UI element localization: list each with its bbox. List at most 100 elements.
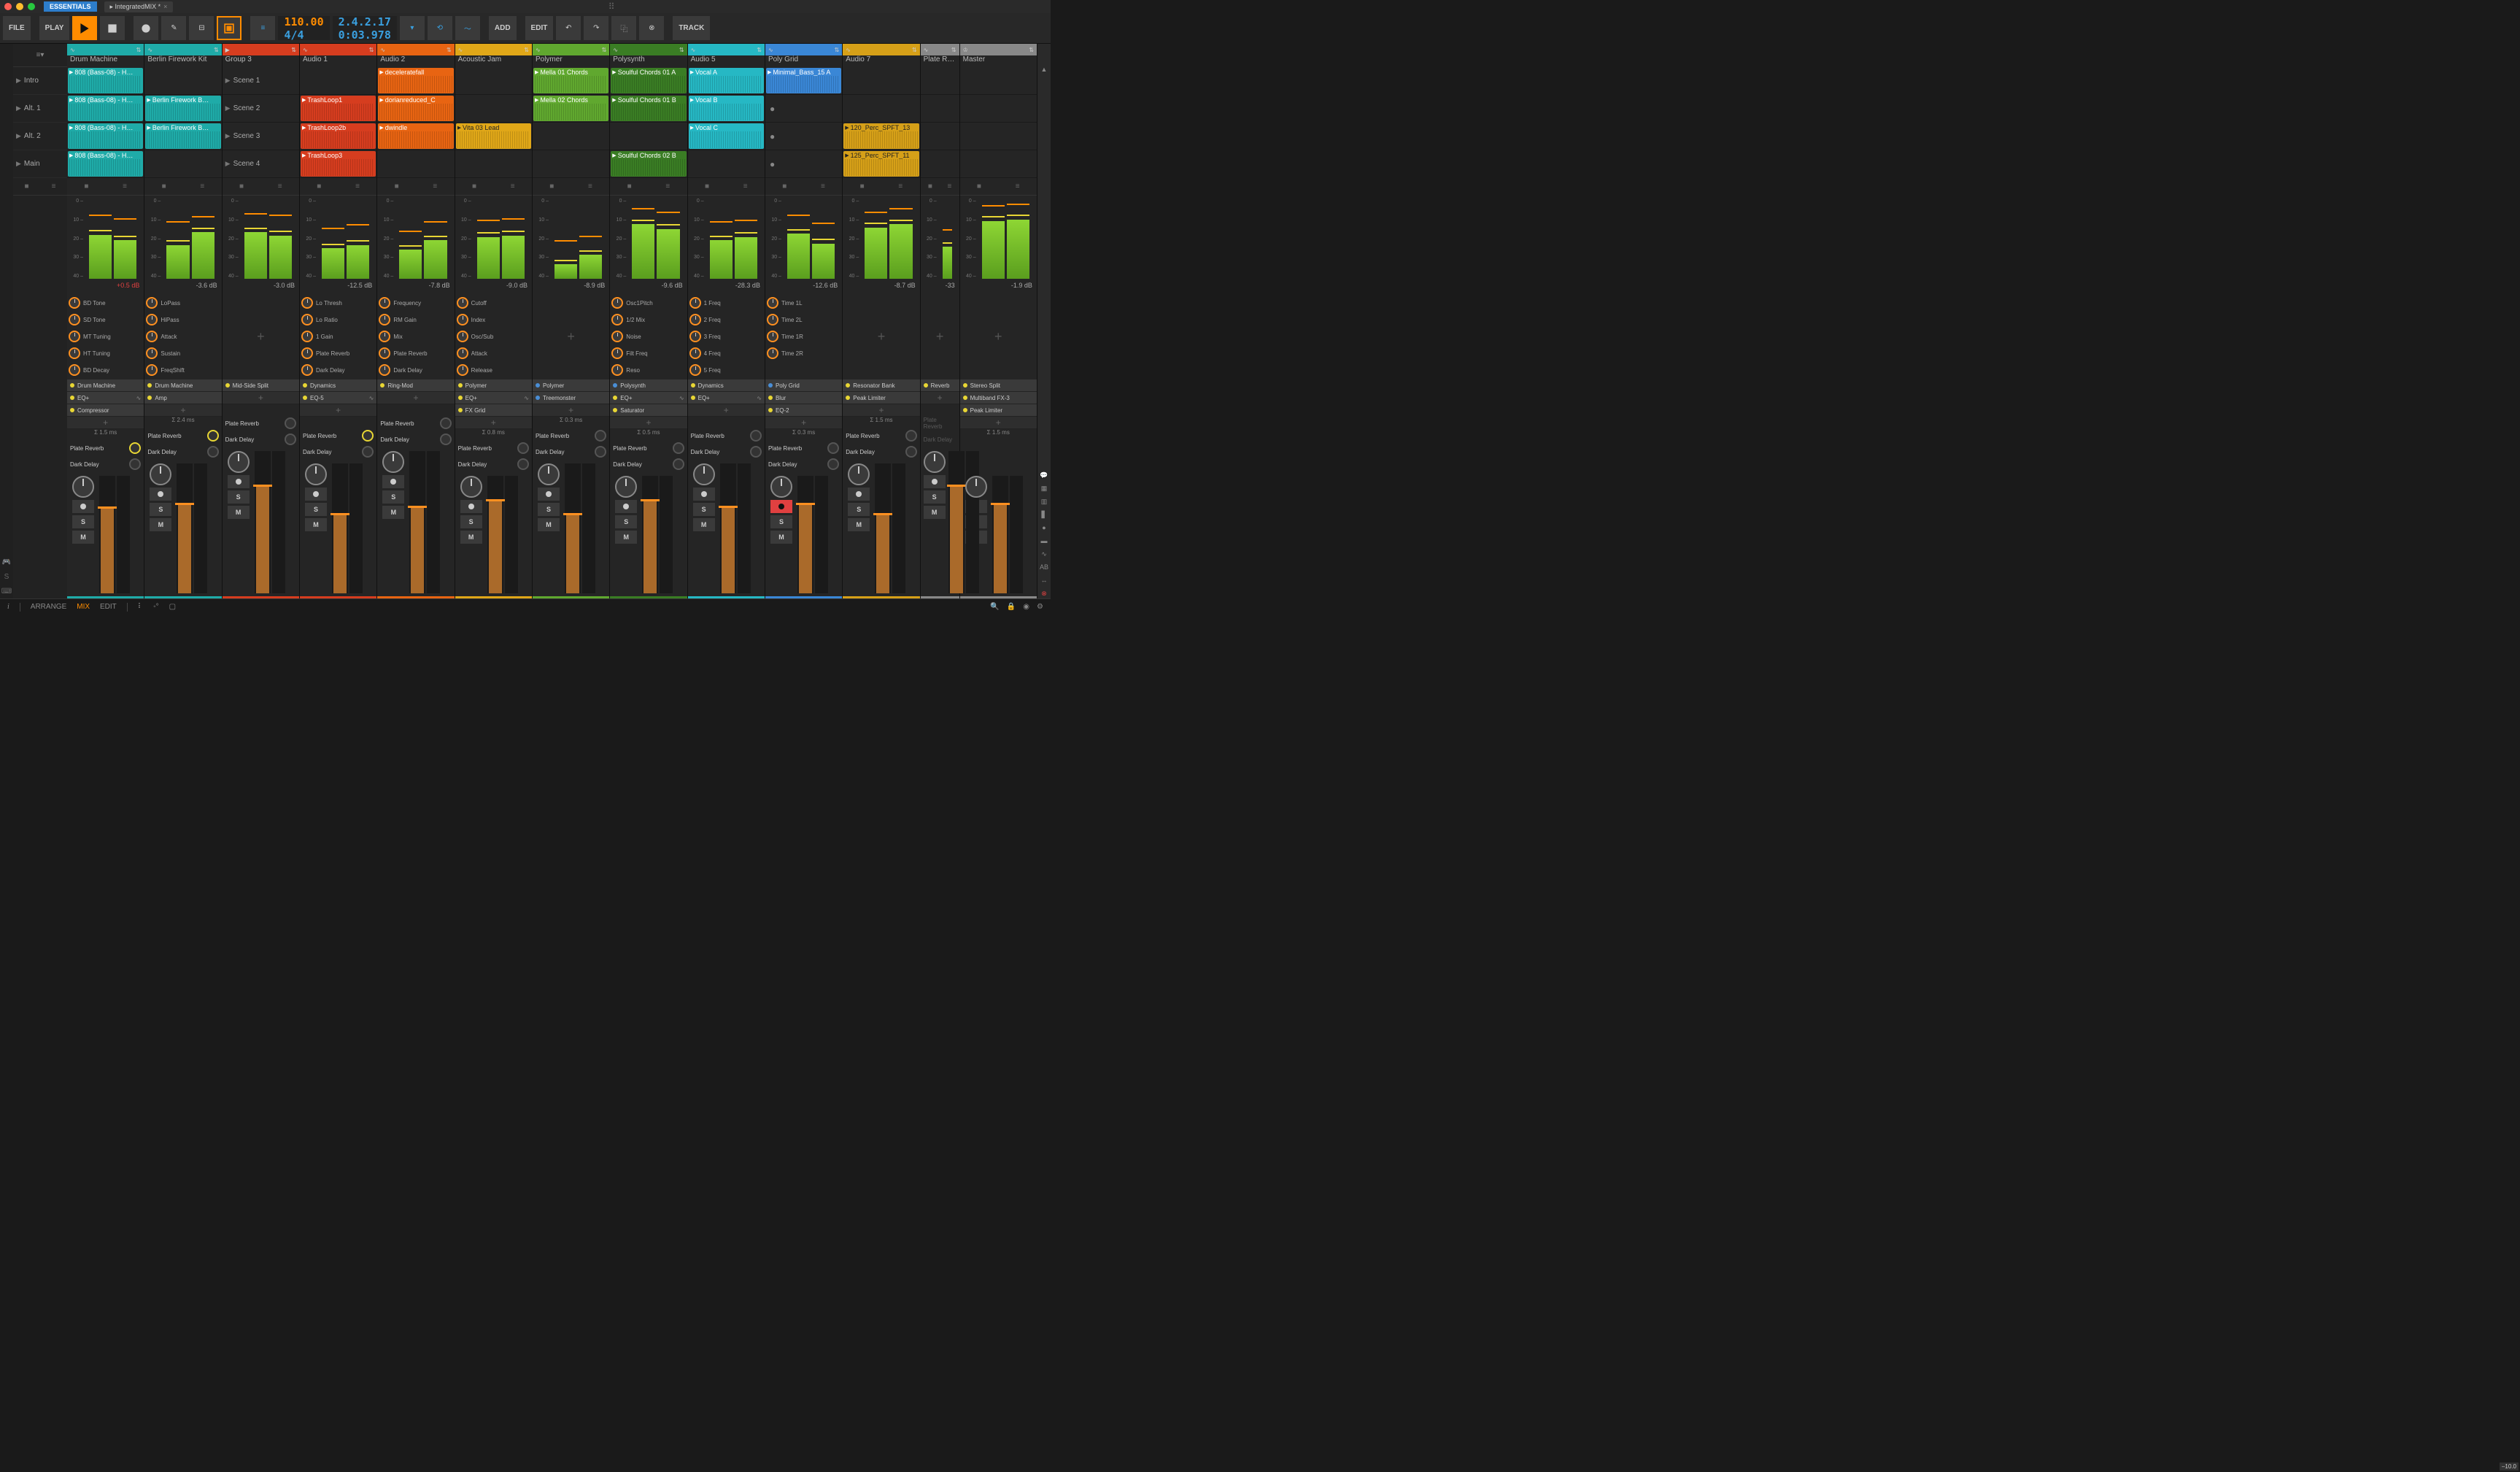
send-b-knob[interactable]: [595, 446, 606, 458]
track-stop[interactable]: ■: [455, 178, 494, 195]
mute-button[interactable]: M: [770, 531, 792, 544]
track-stop[interactable]: ■: [67, 178, 106, 195]
knob[interactable]: [69, 314, 80, 325]
solo-button[interactable]: S: [848, 503, 870, 516]
clip[interactable]: ▶Vocal B: [689, 96, 764, 121]
clip-slot[interactable]: ▶Scene 1: [223, 67, 299, 95]
clip-slot[interactable]: ▶Scene 2: [223, 95, 299, 123]
knob[interactable]: [689, 314, 701, 325]
knob[interactable]: [457, 364, 468, 376]
solo-button[interactable]: S: [72, 515, 94, 528]
play-clip-icon[interactable]: ▶: [147, 97, 150, 103]
track-stop[interactable]: ■: [610, 178, 649, 195]
clip-slot[interactable]: [960, 95, 1037, 123]
panel-icon-5[interactable]: ▬: [1040, 537, 1048, 546]
send-b-knob[interactable]: [905, 446, 917, 458]
panel-close-icon[interactable]: ⊗: [1040, 590, 1048, 598]
play-clip-icon[interactable]: ▶: [690, 69, 694, 75]
play-clip-icon[interactable]: ▶: [69, 97, 73, 103]
track-stop[interactable]: ■: [960, 178, 999, 195]
clip[interactable]: ▶808 (Bass-08) - H…: [68, 123, 143, 149]
track-name[interactable]: Berlin Firework Kit: [144, 55, 221, 67]
clip-slot[interactable]: ▶Berlin Firework B…: [144, 123, 221, 150]
clip-slot[interactable]: ▶808 (Bass-08) - H…: [67, 67, 144, 95]
play-icon[interactable]: ▶: [225, 77, 231, 85]
solo-button[interactable]: S: [305, 503, 327, 516]
track-list-icon[interactable]: ≡: [571, 178, 610, 195]
clip-slot[interactable]: ▶120_Perc_SPFT_13: [843, 123, 919, 150]
track-list-icon[interactable]: ≡: [106, 178, 144, 195]
track-list-icon[interactable]: ≡: [804, 178, 843, 195]
clip[interactable]: ▶808 (Bass-08) - H…: [68, 151, 143, 177]
pan-knob[interactable]: [150, 463, 171, 485]
device-slot[interactable]: Saturator: [610, 404, 687, 417]
play-clip-icon[interactable]: ▶: [302, 97, 306, 103]
clip[interactable]: ▶Soulful Chords 02 B: [611, 151, 686, 177]
send-b-knob[interactable]: [673, 458, 684, 470]
device-enable-icon[interactable]: [963, 383, 967, 388]
clip-slot[interactable]: ▶Vocal C: [688, 123, 765, 150]
knob[interactable]: [611, 331, 623, 342]
add-device-button[interactable]: +: [843, 404, 919, 417]
window-max[interactable]: [28, 3, 35, 10]
device-slot[interactable]: Polymer: [533, 379, 609, 392]
knob[interactable]: [457, 347, 468, 359]
clip-slot[interactable]: [377, 150, 454, 178]
stop-dot-icon[interactable]: ●: [770, 159, 775, 169]
track-name[interactable]: Audio 5: [688, 55, 765, 67]
record-arm-button[interactable]: [460, 500, 482, 513]
knob[interactable]: [611, 297, 623, 309]
mute-button[interactable]: M: [382, 506, 404, 519]
track-name[interactable]: Drum Machine: [67, 55, 144, 67]
knob[interactable]: [69, 364, 80, 376]
clip-slot[interactable]: ▶808 (Bass-08) - H…: [67, 150, 144, 178]
scene-menu-icon[interactable]: ≡: [40, 178, 67, 195]
record-arm-button[interactable]: [538, 488, 560, 501]
knob[interactable]: [767, 347, 778, 359]
play-clip-icon[interactable]: ▶: [845, 153, 849, 158]
send-a-knob[interactable]: [595, 430, 606, 442]
keyboard-icon[interactable]: ⌨: [0, 584, 13, 598]
knob[interactable]: [69, 297, 80, 309]
clip[interactable]: ▶TrashLoop3: [301, 151, 376, 177]
file-button[interactable]: FILE: [3, 16, 31, 40]
mute-button[interactable]: M: [615, 531, 637, 544]
track-name[interactable]: Audio 2: [377, 55, 454, 67]
knob[interactable]: [457, 297, 468, 309]
close-icon[interactable]: ×: [163, 3, 167, 10]
track-header[interactable]: ▶⇅: [223, 44, 299, 55]
device-enable-icon[interactable]: [458, 396, 463, 400]
record-button[interactable]: [134, 16, 158, 40]
device-enable-icon[interactable]: [768, 396, 773, 400]
knob[interactable]: [146, 314, 158, 325]
knob[interactable]: [689, 297, 701, 309]
play-clip-icon[interactable]: ▶: [379, 69, 383, 75]
device-slot[interactable]: Poly Grid: [765, 379, 842, 392]
knob[interactable]: [301, 331, 313, 342]
track-stop[interactable]: ■: [921, 178, 940, 195]
send-a-knob[interactable]: [827, 442, 839, 454]
duplicate-button[interactable]: ⿻: [611, 16, 636, 40]
device-slot[interactable]: Polysynth: [610, 379, 687, 392]
track-list-icon[interactable]: ≡: [998, 178, 1037, 195]
clip-slot[interactable]: [921, 150, 959, 178]
pre-roll-button[interactable]: ▾: [400, 16, 425, 40]
clip-slot[interactable]: ▶TrashLoop2b: [300, 123, 376, 150]
track-stop[interactable]: ■: [843, 178, 881, 195]
track-header[interactable]: ∿⇅: [843, 44, 919, 55]
solo-button[interactable]: S: [693, 503, 715, 516]
add-device-button[interactable]: +: [300, 404, 376, 417]
device-slot[interactable]: EQ-5∿: [300, 392, 376, 404]
position-display[interactable]: 2.4.2.17 0:03.978: [333, 16, 397, 40]
pan-knob[interactable]: [228, 451, 250, 473]
track-header[interactable]: ∿⇅: [765, 44, 842, 55]
play-icon[interactable]: ▶: [225, 132, 231, 140]
knob[interactable]: [301, 314, 313, 325]
device-slot[interactable]: Resonator Bank: [843, 379, 919, 392]
clip-slot[interactable]: [144, 150, 221, 178]
pan-knob[interactable]: [382, 451, 404, 473]
track-menu-icon[interactable]: ⇅: [912, 47, 917, 53]
window-close[interactable]: [4, 3, 12, 10]
filter-icon[interactable]: ≡▾: [36, 51, 45, 59]
solo-button[interactable]: S: [460, 515, 482, 528]
